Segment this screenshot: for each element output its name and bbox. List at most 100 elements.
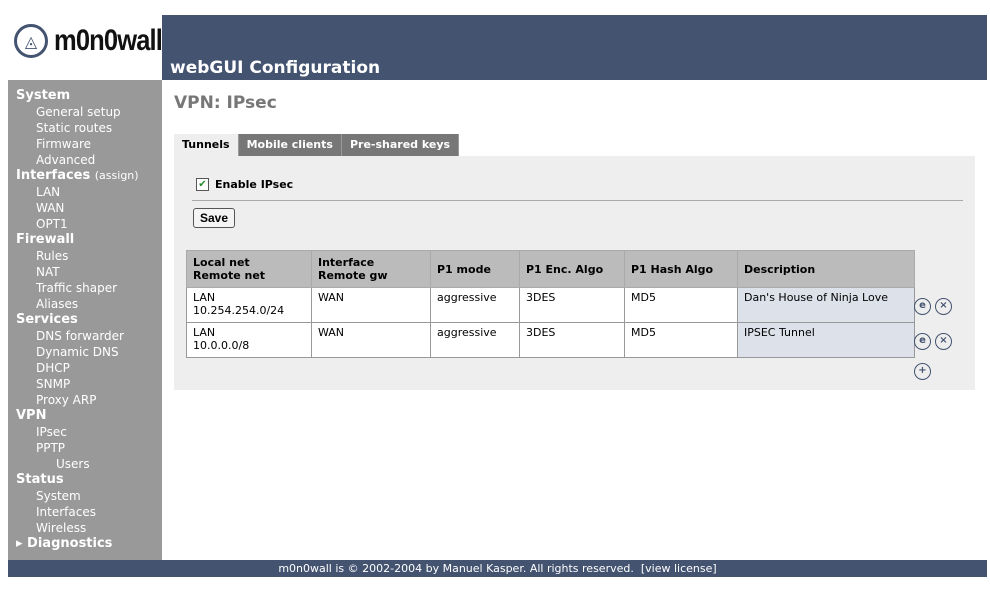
header: webGUI Configuration: [162, 15, 987, 80]
sidebar-item[interactable]: Aliases: [8, 296, 162, 312]
cell-text: MD5: [631, 291, 656, 304]
sidebar-item-label: Traffic shaper: [36, 281, 118, 295]
sidebar-item-label: LAN: [36, 185, 61, 199]
sidebar-item[interactable]: Firmware: [8, 136, 162, 152]
header-label: Local net: [193, 256, 250, 269]
cell-text: 10.254.254.0/24: [193, 304, 285, 317]
sidebar-item[interactable]: General setup: [8, 104, 162, 120]
cell-text: LAN: [193, 326, 216, 339]
view-license-link[interactable]: [view license]: [641, 562, 717, 575]
sidebar-item[interactable]: DHCP: [8, 360, 162, 376]
tab-mobile-clients[interactable]: Mobile clients: [238, 134, 342, 156]
logo-icon: ◬: [14, 24, 48, 58]
sidebar-item[interactable]: Wireless: [8, 520, 162, 536]
table-cell: MD5: [624, 322, 738, 358]
table-cell: Dan's House of Ninja Love: [737, 287, 915, 323]
cell-text: WAN: [318, 326, 345, 339]
table-cell: aggressive: [430, 322, 520, 358]
sidebar-item[interactable]: ▸ Diagnostics: [8, 536, 162, 552]
column-header: Local net Remote net: [186, 250, 312, 288]
sidebar-item[interactable]: DNS forwarder: [8, 328, 162, 344]
edit-icon[interactable]: e: [914, 333, 931, 350]
header-title: webGUI Configuration: [170, 58, 381, 78]
sidebar-item[interactable]: NAT: [8, 264, 162, 280]
tunnels-panel: ✔ Enable IPsec Save Local net Remote net In…: [174, 156, 975, 390]
assign-link[interactable]: (assign): [95, 169, 139, 182]
sidebar-item-label: Advanced: [36, 153, 96, 167]
sidebar-item-label: DHCP: [36, 361, 70, 375]
column-header: P1 mode: [430, 250, 520, 288]
sidebar-item[interactable]: SNMP: [8, 376, 162, 392]
header-label: Description: [744, 262, 816, 276]
cell-text: 3DES: [526, 291, 556, 304]
sidebar-item-label: Interfaces: [16, 168, 91, 183]
delete-icon[interactable]: ×: [935, 298, 952, 315]
sidebar-item[interactable]: System: [8, 488, 162, 504]
cell-text: IPSEC Tunnel: [744, 326, 815, 339]
header-label: Interface: [318, 256, 375, 269]
add-icon[interactable]: +: [914, 363, 931, 380]
sidebar-item[interactable]: LAN: [8, 184, 162, 200]
sidebar-item[interactable]: Dynamic DNS: [8, 344, 162, 360]
header-label: Remote gw: [318, 269, 388, 282]
sidebar-item-label: Interfaces: [36, 505, 96, 519]
footer: m0n0wall is © 2002-2004 by Manuel Kasper…: [8, 560, 987, 577]
sidebar-item-label: Wireless: [36, 521, 87, 535]
sidebar-item[interactable]: Traffic shaper: [8, 280, 162, 296]
sidebar-item[interactable]: OPT1: [8, 216, 162, 232]
sidebar-item-label: PPTP: [36, 441, 66, 455]
tab-tunnels[interactable]: Tunnels: [174, 134, 239, 156]
sidebar-item-label: Dynamic DNS: [36, 345, 119, 359]
cell-text: WAN: [318, 291, 345, 304]
sidebar-item[interactable]: WAN: [8, 200, 162, 216]
column-header: P1 Hash Algo: [624, 250, 738, 288]
table-cell: LAN 10.0.0.0/8: [186, 322, 312, 358]
enable-ipsec[interactable]: ✔ Enable IPsec: [196, 178, 293, 191]
page-title: VPN: IPsec: [174, 93, 277, 113]
logo[interactable]: ◬ m0n0wall: [14, 24, 181, 58]
sidebar-item[interactable]: Static routes: [8, 120, 162, 136]
header-label: Remote net: [193, 269, 266, 282]
sidebar-item[interactable]: Advanced: [8, 152, 162, 168]
column-header: Interface Remote gw: [311, 250, 431, 288]
enable-ipsec-checkbox[interactable]: ✔: [196, 178, 209, 191]
sidebar-item[interactable]: Users: [8, 456, 162, 472]
sidebar-item[interactable]: IPsec: [8, 424, 162, 440]
row-actions: e ×: [914, 329, 956, 350]
sidebar-item-label: Services: [16, 312, 78, 327]
divider: [192, 200, 963, 201]
column-header: P1 Enc. Algo: [519, 250, 625, 288]
table-row[interactable]: LAN 10.254.254.0/24 WAN aggressive 3DES MD5 Da…: [186, 287, 915, 323]
cell-text: aggressive: [437, 326, 497, 339]
table-cell: LAN 10.254.254.0/24: [186, 287, 312, 323]
save-button[interactable]: Save: [193, 208, 236, 228]
sidebar-item-label: VPN: [16, 408, 47, 423]
table-row[interactable]: LAN 10.0.0.0/8 WAN aggressive 3DES MD5 IPSEC T…: [186, 322, 915, 358]
table-cell: IPSEC Tunnel: [737, 322, 915, 358]
cell-text: 10.0.0.0/8: [193, 339, 250, 352]
header-label: P1 mode: [437, 262, 491, 276]
edit-icon[interactable]: e: [914, 298, 931, 315]
sidebar-item-label: Proxy ARP: [36, 393, 97, 407]
sidebar-item[interactable]: Interfaces: [8, 504, 162, 520]
sidebar-item[interactable]: PPTP: [8, 440, 162, 456]
cell-text: MD5: [631, 326, 656, 339]
table-cell: 3DES: [519, 322, 625, 358]
sidebar: System General setup Static routes Firmware…: [8, 80, 162, 560]
row-actions: +: [914, 359, 935, 380]
sidebar-item[interactable]: Rules: [8, 248, 162, 264]
delete-icon[interactable]: ×: [935, 333, 952, 350]
sidebar-item: Firewall: [8, 232, 162, 248]
table-cell: aggressive: [430, 287, 520, 323]
sidebar-item: System: [8, 88, 162, 104]
sidebar-item-label: OPT1: [36, 217, 68, 231]
sidebar-item-label: NAT: [36, 265, 60, 279]
sidebar-item[interactable]: Proxy ARP: [8, 392, 162, 408]
sidebar-item: Services: [8, 312, 162, 328]
tab-pre-shared-keys[interactable]: Pre-shared keys: [341, 134, 460, 156]
cell-text: Dan's House of Ninja Love: [744, 291, 888, 304]
table-cell: WAN: [311, 287, 431, 323]
sidebar-item: Interfaces (assign): [8, 168, 162, 184]
sidebar-item: VPN: [8, 408, 162, 424]
sidebar-item-label: Firewall: [16, 232, 75, 247]
